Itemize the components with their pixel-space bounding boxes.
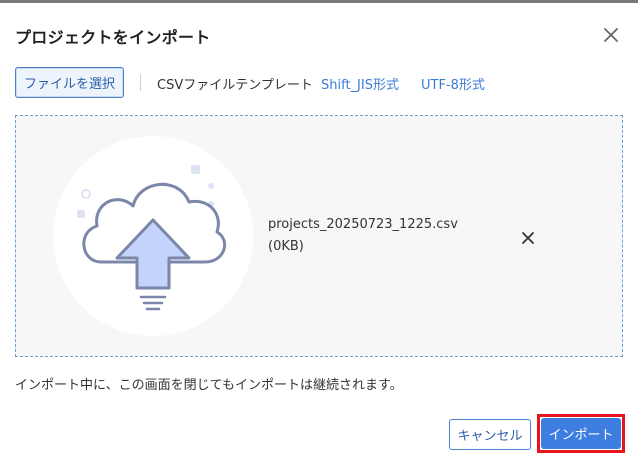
select-file-button[interactable]: ファイルを選択 <box>15 67 124 98</box>
csv-template-label: CSVファイルテンプレート <box>157 78 313 93</box>
import-button[interactable]: インポート <box>541 418 621 449</box>
top-border <box>0 0 638 3</box>
file-size: (0KB) <box>268 239 304 254</box>
cloud-upload-icon <box>53 136 253 336</box>
divider <box>140 74 141 91</box>
import-note: インポート中に、この画面を閉じてもインポートは継続されます。 <box>15 378 403 393</box>
file-drop-zone[interactable]: projects_20250723_1225.csv (0KB) <box>15 115 623 357</box>
file-name: projects_20250723_1225.csv <box>268 217 458 232</box>
close-dialog-button[interactable] <box>598 22 624 48</box>
close-icon <box>604 28 618 42</box>
close-icon <box>522 232 534 244</box>
utf8-template-link[interactable]: UTF-8形式 <box>421 74 485 93</box>
shift-jis-template-link[interactable]: Shift_JIS形式 <box>321 74 399 93</box>
remove-file-button[interactable] <box>518 228 538 248</box>
dialog-title: プロジェクトをインポート <box>15 28 211 47</box>
cancel-button[interactable]: キャンセル <box>449 419 531 450</box>
